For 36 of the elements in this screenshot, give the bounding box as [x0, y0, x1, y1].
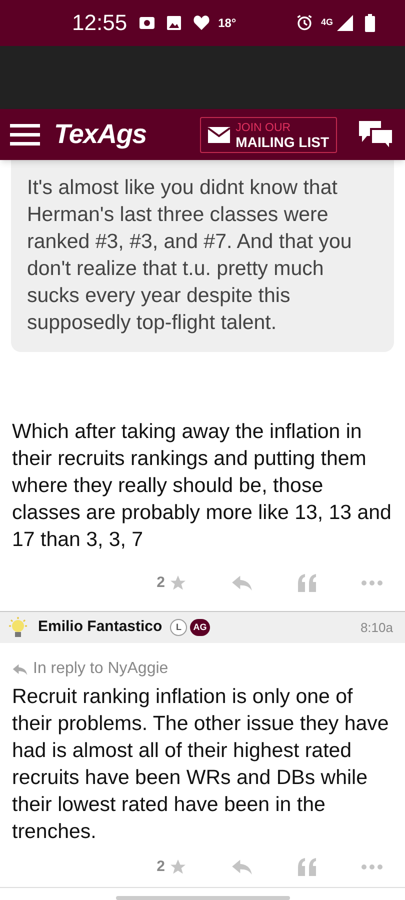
post-text: Recruit ranking inflation is only one of their problems. The other issue they have had is almost all of their highest rated recruits have been WRs and DBs while their lowest rated have been in the trenches.	[11, 684, 390, 845]
mail-icon	[208, 126, 230, 143]
user-badge: L	[170, 619, 188, 636]
like-button[interactable]: 2	[156, 572, 187, 595]
post-text: Which after taking away the inflation in their recruits rankings and putting them where they really should be, those classes are probably more like 13, 13 and 17 than 3, 3, 7	[11, 419, 392, 554]
reply-icon[interactable]	[231, 574, 253, 592]
alarm-icon	[296, 14, 313, 32]
network-type: 4G	[320, 18, 333, 28]
camera-icon	[139, 16, 156, 30]
home-indicator[interactable]	[116, 896, 290, 900]
mailing-list-label: JOIN OUR	[236, 120, 292, 135]
mailing-list-title: MAILING LIST	[236, 134, 329, 149]
logo[interactable]: TexAgs	[54, 114, 146, 155]
post-time: 8:10a	[360, 618, 393, 637]
image-icon	[167, 16, 182, 30]
mailing-list-button[interactable]: JOIN OUR MAILING LIST	[200, 116, 337, 153]
like-button[interactable]: 2	[156, 856, 187, 878]
menu-icon[interactable]	[10, 124, 40, 146]
quote-text: It's almost like you didnt know that Herman's last three classes were ranked #3, #3, and #7. And that you don't realize that t.u. pretty much sucks every year despite this supposedly top-flight talent.	[27, 175, 353, 336]
reply-to-link[interactable]: In reply to NyAggie	[33, 657, 168, 681]
clock: 12:55	[72, 9, 128, 38]
temperature: 18°	[218, 14, 236, 32]
heart-icon	[193, 15, 210, 30]
user-badge: AG	[190, 619, 210, 636]
author-name[interactable]: Emilio Fantastico	[38, 616, 162, 639]
star-icon	[169, 574, 187, 592]
quote-icon[interactable]	[297, 858, 317, 876]
quote-icon[interactable]	[297, 574, 317, 592]
signal-icon	[337, 14, 353, 31]
reply-icon	[12, 662, 28, 676]
more-icon[interactable]	[361, 864, 383, 870]
lightbulb-icon	[6, 616, 30, 640]
more-icon[interactable]	[361, 580, 383, 586]
battery-icon	[365, 14, 375, 32]
reply-icon[interactable]	[231, 858, 253, 876]
star-icon	[169, 858, 187, 876]
